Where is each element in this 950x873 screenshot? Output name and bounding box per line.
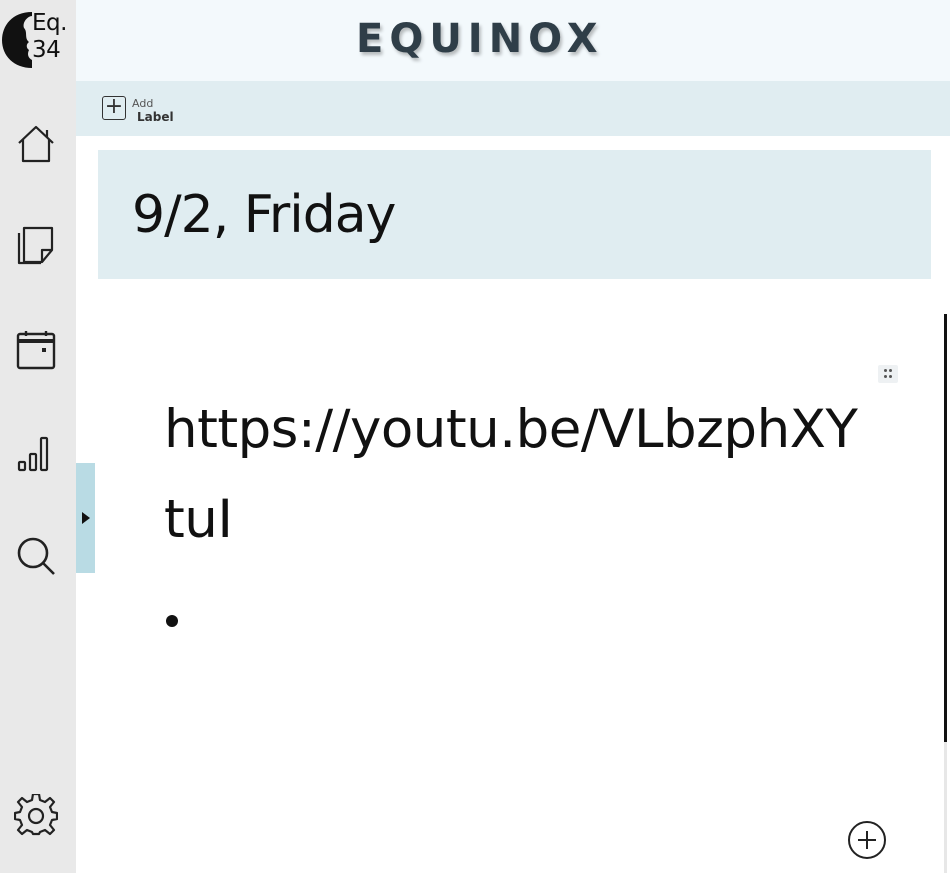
note-content[interactable]: https://youtu.be/VLbzphXYtuI — [164, 385, 864, 565]
scrollbar-thumb[interactable] — [944, 314, 947, 742]
note-date: 9/2, Friday — [132, 185, 396, 245]
logo-text: Eq. 34 — [32, 10, 67, 64]
app-header: EQUINOX — [76, 0, 950, 81]
scrollbar-track[interactable] — [944, 742, 947, 873]
drawer-toggle[interactable] — [76, 463, 95, 573]
add-label-big-text: Label — [137, 110, 174, 124]
stats-icon[interactable] — [14, 432, 58, 476]
note-date-banner: 9/2, Friday — [98, 150, 931, 279]
drag-dot — [884, 369, 887, 372]
label-bar: + Add Label — [76, 81, 950, 136]
drag-dot — [884, 375, 887, 378]
home-icon[interactable] — [14, 122, 58, 166]
bullet-point[interactable] — [166, 615, 178, 627]
plus-box-icon: + — [102, 96, 126, 120]
logo-line-2: 34 — [32, 37, 61, 63]
drag-dot — [889, 375, 892, 378]
app-logo: Eq. 34 — [2, 8, 72, 72]
search-icon[interactable] — [14, 534, 58, 578]
add-label-small-text: Add — [132, 97, 154, 110]
logo-line-1: Eq. — [32, 10, 67, 36]
settings-icon[interactable] — [13, 792, 59, 838]
calendar-icon[interactable] — [14, 328, 58, 372]
caret-right-icon — [82, 512, 90, 524]
drag-handle-icon[interactable] — [878, 365, 898, 383]
drag-dot — [889, 369, 892, 372]
sidebar: Eq. 34 — [0, 0, 76, 873]
note-editor[interactable]: https://youtu.be/VLbzphXYtuI — [98, 290, 931, 860]
notes-icon[interactable] — [14, 222, 58, 266]
add-label-button[interactable]: + Add Label — [102, 96, 178, 126]
add-block-button[interactable] — [848, 821, 886, 859]
app-title: EQUINOX — [356, 16, 604, 62]
